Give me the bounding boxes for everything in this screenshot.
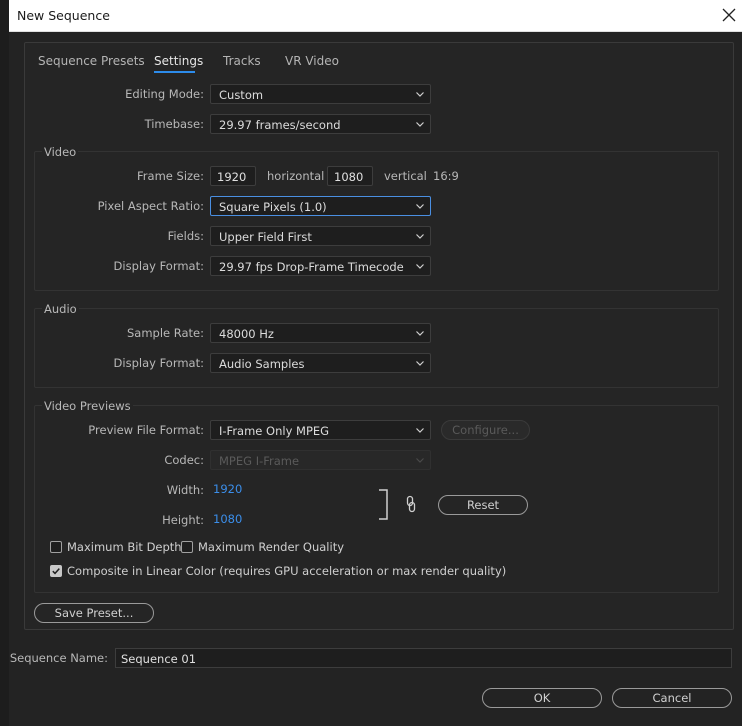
chevron-down-icon (416, 92, 424, 97)
fields-label: Fields: (167, 229, 204, 243)
video-display-format-value: 29.97 fps Drop-Frame Timecode (219, 260, 404, 274)
chevron-down-icon (416, 204, 424, 209)
vertical-label: vertical (384, 169, 427, 183)
max-bit-depth-checkbox[interactable] (50, 541, 62, 553)
frame-height-value: 1080 (334, 170, 364, 184)
sample-rate-value: 48000 Hz (219, 327, 274, 341)
audio-display-format-label: Display Format: (113, 356, 204, 370)
frame-size-label: Frame Size: (137, 169, 204, 183)
frame-width-value: 1920 (217, 170, 247, 184)
sequence-name-label: Sequence Name: (9, 651, 108, 665)
sequence-name-input[interactable]: Sequence 01 (115, 648, 732, 668)
linear-color-label[interactable]: Composite in Linear Color (requires GPU … (67, 564, 506, 578)
preview-height-value[interactable]: 1080 (213, 512, 242, 526)
codec-value: MPEG I-Frame (219, 454, 300, 468)
aspect-ratio-value: 16:9 (433, 169, 459, 183)
video-group-label: Video (42, 145, 79, 159)
chevron-down-icon (416, 331, 424, 336)
link-bracket-icon (379, 489, 388, 520)
preview-file-format-select[interactable]: I-Frame Only MPEG (210, 420, 431, 440)
frame-height-input[interactable]: 1080 (327, 166, 373, 186)
width-label: Width: (166, 483, 204, 497)
tab-sequence-presets[interactable]: Sequence Presets (38, 54, 145, 68)
chevron-down-icon (416, 458, 424, 463)
video-display-format-label: Display Format: (113, 259, 204, 273)
preview-file-format-label: Preview File Format: (88, 423, 204, 437)
title-bar: New Sequence (9, 0, 742, 32)
sequence-name-value: Sequence 01 (121, 652, 197, 666)
chain-link-icon[interactable] (405, 495, 417, 513)
timebase-label: Timebase: (144, 117, 204, 131)
cancel-button[interactable]: Cancel (612, 688, 732, 708)
fields-value: Upper Field First (219, 230, 312, 244)
timebase-select[interactable]: 29.97 frames/second (210, 114, 431, 134)
new-sequence-dialog: New Sequence Sequence Presets Settings T… (9, 0, 742, 726)
chevron-down-icon (416, 234, 424, 239)
chevron-down-icon (416, 264, 424, 269)
pixel-aspect-label: Pixel Aspect Ratio: (97, 199, 204, 213)
active-tab-indicator (154, 71, 195, 73)
tab-vr-video[interactable]: VR Video (285, 54, 339, 68)
max-render-quality-label[interactable]: Maximum Render Quality (198, 540, 344, 554)
tab-tracks[interactable]: Tracks (223, 54, 261, 68)
audio-group (34, 308, 719, 388)
preview-width-value[interactable]: 1920 (213, 482, 242, 496)
video-display-format-select[interactable]: 29.97 fps Drop-Frame Timecode (210, 256, 431, 276)
max-bit-depth-label[interactable]: Maximum Bit Depth (67, 540, 182, 554)
max-render-quality-checkbox[interactable] (181, 541, 193, 553)
chevron-down-icon (416, 361, 424, 366)
linear-color-checkbox[interactable] (50, 565, 62, 577)
configure-button[interactable]: Configure... (441, 420, 530, 440)
editing-mode-value: Custom (219, 88, 264, 102)
height-label: Height: (162, 513, 204, 527)
chevron-down-icon (416, 122, 424, 127)
checkmark-icon (52, 568, 60, 575)
frame-width-input[interactable]: 1920 (210, 166, 256, 186)
horizontal-label: horizontal (267, 169, 325, 183)
pixel-aspect-select[interactable]: Square Pixels (1.0) (210, 196, 431, 216)
pixel-aspect-value: Square Pixels (1.0) (219, 200, 327, 214)
preview-file-format-value: I-Frame Only MPEG (219, 424, 330, 438)
audio-display-format-select[interactable]: Audio Samples (210, 353, 431, 373)
sample-rate-label: Sample Rate: (126, 326, 204, 340)
audio-group-label: Audio (42, 302, 79, 316)
sample-rate-select[interactable]: 48000 Hz (210, 323, 431, 343)
reset-button[interactable]: Reset (438, 495, 528, 515)
audio-display-format-value: Audio Samples (219, 357, 305, 371)
editing-mode-select[interactable]: Custom (210, 84, 431, 104)
ok-button[interactable]: OK (482, 688, 602, 708)
timebase-value: 29.97 frames/second (219, 118, 341, 132)
fields-select[interactable]: Upper Field First (210, 226, 431, 246)
save-preset-button[interactable]: Save Preset... (34, 603, 154, 623)
editing-mode-label: Editing Mode: (125, 87, 204, 101)
codec-label: Codec: (164, 453, 204, 467)
video-previews-group-label: Video Previews (42, 399, 133, 413)
codec-select[interactable]: MPEG I-Frame (210, 450, 431, 470)
window-title: New Sequence (17, 8, 110, 23)
tab-settings[interactable]: Settings (154, 54, 203, 68)
close-icon[interactable] (718, 4, 740, 26)
chevron-down-icon (416, 428, 424, 433)
